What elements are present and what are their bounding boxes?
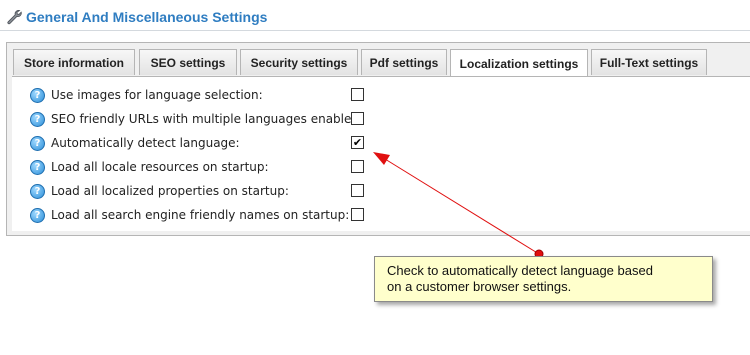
tab-security-settings[interactable]: Security settings xyxy=(240,49,358,75)
settings-panel: Store information SEO settings Security … xyxy=(6,42,750,236)
page-title: General And Miscellaneous Settings xyxy=(26,9,268,25)
load-locale-resources-checkbox[interactable] xyxy=(351,160,364,173)
setting-row: ? Load all search engine friendly names … xyxy=(30,205,349,225)
callout-line: Check to automatically detect language b… xyxy=(387,263,653,278)
info-icon[interactable]: ? xyxy=(30,87,45,103)
seo-friendly-urls-checkbox[interactable] xyxy=(351,112,364,125)
setting-label: Load all localized properties on startup… xyxy=(51,184,289,198)
tab-localization-settings[interactable]: Localization settings xyxy=(450,49,588,77)
info-icon[interactable]: ? xyxy=(30,159,45,175)
wrench-icon xyxy=(7,10,22,25)
setting-row: ? Load all localized properties on start… xyxy=(30,181,289,201)
setting-row: ? SEO friendly URLs with multiple langua… xyxy=(30,109,363,129)
page-header: General And Miscellaneous Settings xyxy=(6,7,267,27)
tab-pdf-settings[interactable]: Pdf settings xyxy=(361,49,447,75)
setting-label: Use images for language selection: xyxy=(51,88,263,102)
setting-label: Load all locale resources on startup: xyxy=(51,160,269,174)
tooltip-callout: Check to automatically detect language b… xyxy=(374,256,713,302)
setting-label: SEO friendly URLs with multiple language… xyxy=(51,112,364,126)
tab-store-information[interactable]: Store information xyxy=(13,49,135,75)
setting-label: Load all search engine friendly names on… xyxy=(51,208,350,222)
setting-label: Automatically detect language: xyxy=(51,136,240,150)
tab-full-text-settings[interactable]: Full-Text settings xyxy=(591,49,707,75)
auto-detect-language-checkbox[interactable]: ✔ xyxy=(351,136,364,149)
info-icon[interactable]: ? xyxy=(30,135,45,151)
load-seo-names-checkbox[interactable] xyxy=(351,208,364,221)
use-images-language-checkbox[interactable] xyxy=(351,88,364,101)
tab-seo-settings[interactable]: SEO settings xyxy=(139,49,237,75)
checkmark-icon: ✔ xyxy=(352,136,363,149)
info-icon[interactable]: ? xyxy=(30,207,45,223)
info-icon[interactable]: ? xyxy=(30,111,45,127)
info-icon[interactable]: ? xyxy=(30,183,45,199)
load-localized-properties-checkbox[interactable] xyxy=(351,184,364,197)
setting-row: ? Load all locale resources on startup: xyxy=(30,157,269,177)
setting-row: ? Use images for language selection: xyxy=(30,85,263,105)
header-divider xyxy=(0,30,750,31)
callout-line: on a customer browser settings. xyxy=(387,279,572,294)
tab-content-localization: ? Use images for language selection: ? S… xyxy=(12,76,750,231)
setting-row: ? Automatically detect language: xyxy=(30,133,240,153)
